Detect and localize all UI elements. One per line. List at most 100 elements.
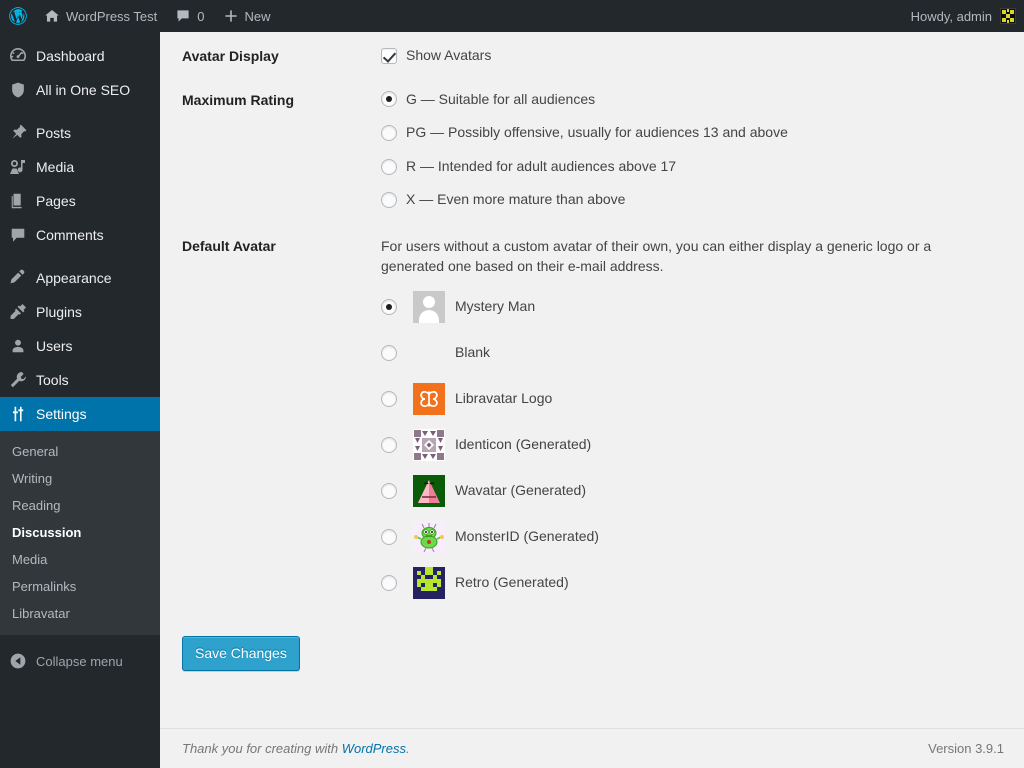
sidebar-separator: [0, 252, 160, 261]
avatar-option-retro[interactable]: Retro (Generated): [381, 566, 1004, 599]
avatar-label-retro[interactable]: Retro (Generated): [455, 573, 569, 593]
libravatar-logo: [413, 382, 445, 415]
submenu-item-permalinks[interactable]: Permalinks: [0, 573, 160, 600]
avatar-option-mystery-man[interactable]: Mystery Man: [381, 290, 1004, 323]
rating-option-r[interactable]: R — Intended for adult audiences above 1…: [381, 157, 1004, 177]
sidebar-separator: [0, 107, 160, 116]
avatar-radio-libravatar-logo[interactable]: [381, 390, 397, 407]
sidebar-item-media[interactable]: Media: [0, 150, 160, 184]
rating-radio-pg[interactable]: [381, 124, 397, 141]
wordpress-link[interactable]: WordPress: [342, 741, 406, 756]
sidebar-item-label: Comments: [36, 227, 104, 243]
rating-radio-x[interactable]: [381, 192, 397, 209]
collapse-menu-button[interactable]: Collapse menu: [0, 644, 160, 678]
submenu-item-reading[interactable]: Reading: [0, 492, 160, 519]
sidebar-item-label: All in One SEO: [36, 82, 131, 98]
avatar-label-blank[interactable]: Blank: [455, 343, 490, 363]
show-avatars-checkbox[interactable]: [381, 47, 397, 64]
wordpress-logo-icon: [9, 7, 27, 25]
save-changes-button[interactable]: Save Changes: [182, 635, 300, 671]
avatar-label-identicon[interactable]: Identicon (Generated): [455, 435, 591, 455]
admin-bar: WordPress Test 0 New Howdy, admin: [0, 0, 1024, 32]
avatar: [1000, 8, 1016, 24]
wavatar-avatar: [413, 474, 445, 507]
blank-avatar: [413, 337, 445, 369]
sidebar-item-pages[interactable]: Pages: [0, 184, 160, 218]
rating-option-x[interactable]: X — Even more mature than above: [381, 190, 1004, 210]
avatar-radio-monsterid[interactable]: [381, 528, 397, 545]
avatar-radio-mystery-man[interactable]: [381, 298, 397, 315]
wp-logo-button[interactable]: [0, 0, 35, 32]
footer-version: Version 3.9.1: [928, 741, 1004, 756]
maximum-rating-field: G — Suitable for all audiences PG — Poss…: [381, 90, 1024, 210]
rating-option-pg[interactable]: PG — Possibly offensive, usually for aud…: [381, 123, 1004, 143]
user-icon: [0, 337, 36, 355]
howdy-label: Howdy, admin: [910, 8, 992, 24]
submenu-item-libravatar[interactable]: Libravatar: [0, 600, 160, 627]
wrench-icon: [0, 370, 36, 390]
sidebar-item-comments[interactable]: Comments: [0, 218, 160, 252]
avatar-radio-identicon[interactable]: [381, 436, 397, 453]
row-maximum-rating: Maximum Rating G — Suitable for all audi…: [160, 76, 1024, 222]
admin-sidebar: Dashboard All in One SEO Posts Media Pag…: [0, 32, 168, 768]
sidebar-item-dashboard[interactable]: Dashboard: [0, 39, 160, 73]
sidebar-item-appearance[interactable]: Appearance: [0, 261, 160, 295]
home-icon: [44, 8, 60, 24]
avatar-label-mystery-man[interactable]: Mystery Man: [455, 297, 535, 317]
sidebar-item-label: Tools: [36, 372, 69, 388]
sidebar-item-label: Plugins: [36, 304, 82, 320]
new-content-menu[interactable]: New: [214, 0, 280, 32]
sidebar-item-tools[interactable]: Tools: [0, 363, 160, 397]
avatar-option-identicon[interactable]: Identicon (Generated): [381, 428, 1004, 461]
row-default-avatar: Default Avatar For users without a custo…: [160, 222, 1024, 628]
submenu-item-discussion[interactable]: Discussion: [0, 519, 160, 546]
avatar-option-libravatar-logo[interactable]: Libravatar Logo: [381, 382, 1004, 415]
rating-label-r[interactable]: R — Intended for adult audiences above 1…: [406, 157, 676, 177]
avatar-radio-blank[interactable]: [381, 344, 397, 361]
avatar-radio-wavatar[interactable]: [381, 482, 397, 499]
plus-icon: [223, 8, 239, 24]
avatar-radio-retro[interactable]: [381, 574, 397, 591]
comment-bubble-icon: [175, 8, 191, 24]
monsterid-avatar: [413, 520, 445, 553]
comments-menu[interactable]: 0: [166, 0, 213, 32]
sidebar-item-users[interactable]: Users: [0, 329, 160, 363]
submenu-item-general[interactable]: General: [0, 438, 160, 465]
avatar-label-wavatar[interactable]: Wavatar (Generated): [455, 481, 586, 501]
sidebar-item-settings[interactable]: Settings: [0, 397, 168, 431]
my-account-menu[interactable]: Howdy, admin: [902, 0, 1016, 32]
avatar-label-libravatar-logo[interactable]: Libravatar Logo: [455, 389, 552, 409]
sidebar-item-plugins[interactable]: Plugins: [0, 295, 160, 329]
sidebar-item-all-in-one-seo[interactable]: All in One SEO: [0, 73, 160, 107]
submenu-item-writing[interactable]: Writing: [0, 465, 160, 492]
maximum-rating-label: Maximum Rating: [182, 91, 295, 108]
default-avatar-field: For users without a custom avatar of the…: [381, 236, 1024, 613]
rating-label-pg[interactable]: PG — Possibly offensive, usually for aud…: [406, 123, 788, 143]
rating-radio-r[interactable]: [381, 158, 397, 175]
main-content: Avatar Display Show Avatars Maximum Rati…: [160, 32, 1024, 768]
rating-option-g[interactable]: G — Suitable for all audiences: [381, 90, 1004, 110]
sidebar-item-label: Users: [36, 338, 73, 354]
identicon-avatar: [413, 428, 445, 461]
avatar-option-wavatar[interactable]: Wavatar (Generated): [381, 474, 1004, 507]
mystery-man-avatar: [413, 290, 445, 323]
avatar-option-monsterid[interactable]: MonsterID (Generated): [381, 520, 1004, 553]
new-content-label: New: [244, 8, 271, 24]
site-name-label: WordPress Test: [66, 8, 158, 24]
footer-thankyou: Thank you for creating with WordPress.: [182, 741, 928, 756]
avatar-option-blank[interactable]: Blank: [381, 337, 1004, 369]
admin-footer: Thank you for creating with WordPress. V…: [160, 728, 1024, 768]
site-name-menu[interactable]: WordPress Test: [35, 0, 166, 32]
sidebar-item-posts[interactable]: Posts: [0, 116, 160, 150]
settings-submenu: General Writing Reading Discussion Media…: [0, 431, 160, 635]
rating-label-g[interactable]: G — Suitable for all audiences: [406, 90, 595, 110]
dashboard-icon: [0, 46, 36, 66]
rating-radio-g[interactable]: [381, 91, 397, 108]
sidebar-item-label: Appearance: [36, 270, 112, 286]
avatar-label-monsterid[interactable]: MonsterID (Generated): [455, 527, 599, 547]
submenu-item-media[interactable]: Media: [0, 546, 160, 573]
submit-area: Save Changes: [160, 628, 1024, 671]
plug-icon: [0, 302, 36, 322]
show-avatars-label[interactable]: Show Avatars: [406, 46, 491, 66]
rating-label-x[interactable]: X — Even more mature than above: [406, 190, 625, 210]
